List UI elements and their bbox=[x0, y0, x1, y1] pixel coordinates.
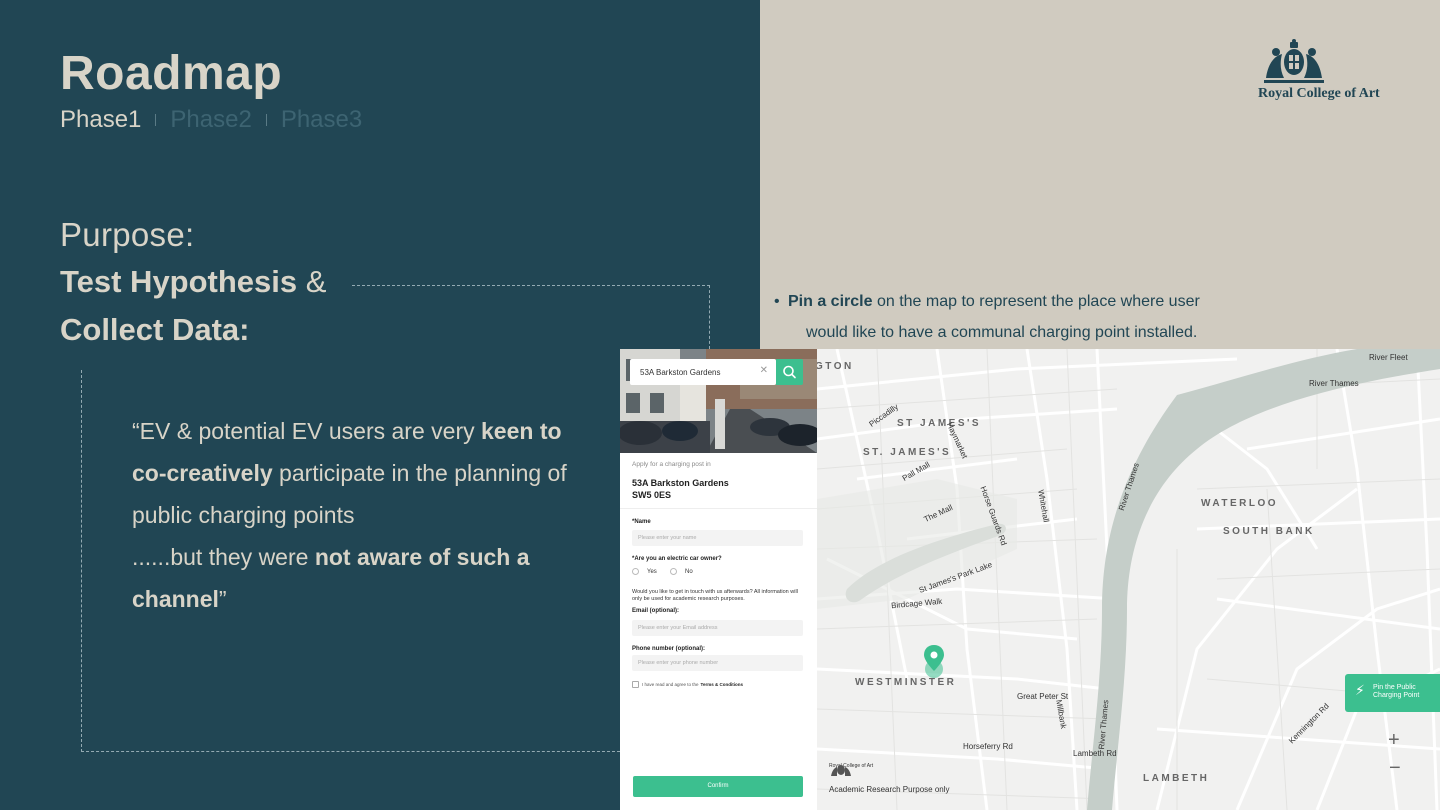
clear-icon[interactable]: ✕ bbox=[760, 366, 768, 376]
tab-phase3[interactable]: Phase3 bbox=[281, 106, 362, 134]
address-line1: 53A Barkston Gardens bbox=[632, 478, 729, 488]
radio-circle bbox=[670, 568, 677, 575]
terms-link[interactable]: Terms & Conditions bbox=[701, 682, 743, 687]
dashed-connector bbox=[81, 370, 82, 752]
tab-phase2[interactable]: Phase2 bbox=[170, 106, 251, 134]
map-area-label: SOUTH BANK bbox=[1223, 526, 1315, 537]
quote-text: ” bbox=[218, 586, 227, 612]
radio-label: Yes bbox=[647, 568, 657, 575]
email-field[interactable]: Please enter your Email address bbox=[632, 620, 803, 636]
radio-circle bbox=[632, 568, 639, 575]
bullet-bold: Pin a circle bbox=[788, 293, 873, 310]
map-street-label: River Fleet bbox=[1369, 353, 1408, 362]
lightning-icon: ⚡ bbox=[1355, 682, 1365, 698]
page-title: Roadmap bbox=[60, 47, 283, 100]
purpose-hypothesis: Test Hypothesis & bbox=[60, 264, 326, 300]
terms-checkbox[interactable]: I have read and agree to the Terms & Con… bbox=[632, 681, 743, 688]
tab-phase1[interactable]: Phase1 bbox=[60, 106, 141, 134]
quote-text: ......but they were bbox=[132, 544, 315, 570]
radio-label: No bbox=[685, 568, 693, 575]
user-insight-quote: “EV & potential EV users are very keen t… bbox=[132, 410, 572, 620]
bullet-dot: • bbox=[774, 293, 780, 310]
phase-divider bbox=[265, 114, 267, 126]
map-area-label: WATERLOO bbox=[1201, 498, 1279, 509]
contact-note: Would you like to get in touch with us a… bbox=[632, 589, 798, 602]
purpose-label: Purpose: bbox=[60, 216, 195, 253]
address-line2: SW5 0ES bbox=[632, 490, 672, 500]
confirm-button[interactable]: Confirm bbox=[633, 776, 803, 797]
instruction-bullet: • Pin a circle on the map to represent th… bbox=[774, 286, 1414, 348]
form-subtitle: Apply for a charging post in bbox=[632, 461, 711, 468]
london-map[interactable]: GTON ST JAMES'S ST. JAMES'S WATERLOO SOU… bbox=[817, 349, 1440, 810]
pin-button-label: Pin the Public Charging Point bbox=[1373, 684, 1420, 699]
map-area-label: GTON bbox=[817, 361, 854, 372]
phase-tabs: Phase1 Phase2 Phase3 bbox=[60, 106, 362, 134]
dashed-connector bbox=[81, 751, 620, 752]
dashed-connector bbox=[352, 285, 710, 286]
map-street-label: Lambeth Rd bbox=[1073, 749, 1117, 758]
terms-prefix: I have read and agree to the bbox=[642, 682, 699, 687]
royal-crest-icon bbox=[1264, 39, 1324, 83]
application-form: 53A Barkston Gardens ✕ Apply for a charg… bbox=[620, 349, 817, 810]
phone-label: Phone number (optional): bbox=[632, 646, 705, 652]
pin-charging-point-button[interactable]: ⚡ Pin the Public Charging Point bbox=[1345, 674, 1440, 712]
footer-rca-logo: Royal College of Art bbox=[829, 763, 873, 776]
search-value: 53A Barkston Gardens bbox=[640, 367, 721, 377]
map-street-label: River Thames bbox=[1309, 379, 1359, 388]
search-button[interactable] bbox=[776, 359, 803, 385]
zoom-in-button[interactable]: + bbox=[1388, 730, 1400, 750]
map-pin-icon[interactable] bbox=[923, 645, 945, 681]
form-divider bbox=[620, 508, 817, 509]
map-area-label: ST. JAMES'S bbox=[863, 447, 952, 458]
quote-text: “EV & potential EV users are very bbox=[132, 418, 481, 444]
address-search-input[interactable]: 53A Barkston Gardens ✕ bbox=[630, 359, 776, 385]
email-label: Email (optional): bbox=[632, 608, 679, 614]
map-area-label: ST JAMES'S bbox=[897, 418, 982, 429]
map-footer-note: Academic Research Purpose only bbox=[829, 785, 950, 794]
name-field[interactable]: Please enter your name bbox=[632, 530, 803, 546]
purpose-collect-data: Collect Data: bbox=[60, 312, 250, 347]
rca-logo: Royal College of Art bbox=[1258, 38, 1404, 102]
map-area-label: LAMBETH bbox=[1143, 773, 1210, 784]
rca-logo-text: Royal College of Art bbox=[1258, 86, 1380, 101]
zoom-out-button[interactable]: − bbox=[1389, 758, 1401, 778]
name-label: *Name bbox=[632, 519, 651, 525]
selected-address: 53A Barkston Gardens SW5 0ES bbox=[632, 477, 729, 501]
royal-crest-icon bbox=[831, 765, 851, 776]
owner-question-label: *Are you an electric car owner? bbox=[632, 556, 722, 562]
purpose-ampersand: & bbox=[297, 264, 327, 299]
owner-no-radio[interactable]: No bbox=[670, 568, 693, 575]
map-street-label: Horseferry Rd bbox=[963, 742, 1013, 751]
bullet-text: on the map to represent the place where … bbox=[872, 293, 1200, 310]
phase-divider bbox=[155, 114, 157, 126]
search-icon bbox=[783, 365, 796, 379]
bullet-text: would like to have a communal charging p… bbox=[806, 324, 1198, 341]
checkbox-box[interactable] bbox=[632, 681, 639, 688]
owner-yes-radio[interactable]: Yes bbox=[632, 568, 657, 575]
phone-field[interactable]: Please enter your phone number bbox=[632, 655, 803, 671]
dashed-connector bbox=[709, 285, 710, 349]
purpose-hypothesis-bold: Test Hypothesis bbox=[60, 264, 298, 299]
